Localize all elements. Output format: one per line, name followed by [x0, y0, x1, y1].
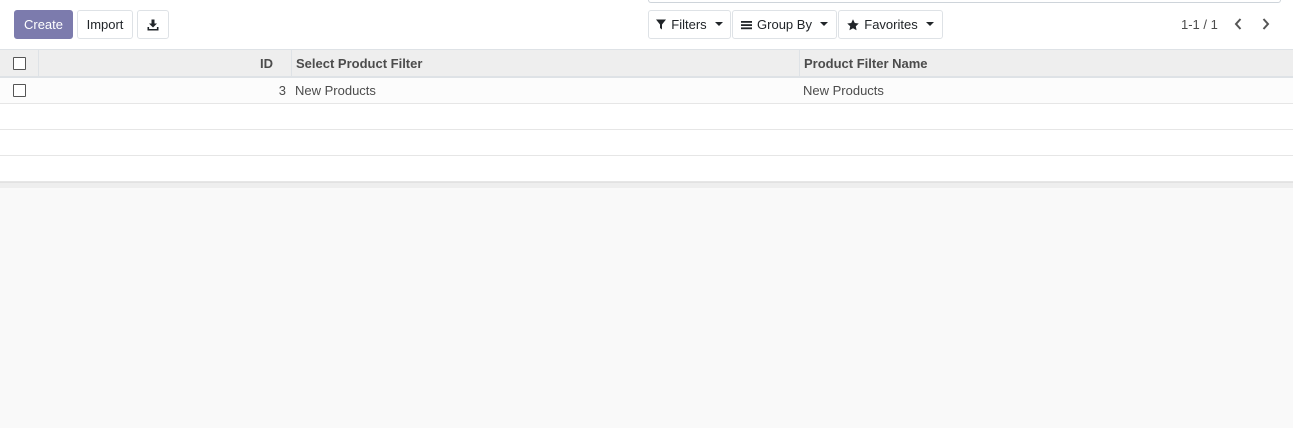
row-checkbox[interactable]: [12, 84, 26, 97]
star-icon: [847, 18, 860, 30]
table-row[interactable]: 3 New Products New Products: [0, 78, 1293, 104]
group-by-label: Group By: [757, 17, 812, 32]
cell-select-product-filter: New Products: [295, 83, 376, 98]
select-all-checkbox[interactable]: [12, 56, 26, 70]
list-footer: [0, 182, 1293, 188]
cell-id: 3: [278, 83, 286, 98]
list-view: ID Select Product Filter Product Filter …: [0, 49, 1293, 188]
column-header-select-product-filter[interactable]: Select Product Filter: [291, 50, 799, 76]
control-panel: Create Import Filters Group By Favorites…: [0, 0, 1293, 49]
filter-icon: [656, 19, 667, 30]
empty-row: [0, 156, 1293, 182]
group-by-dropdown[interactable]: Group By: [732, 10, 837, 39]
import-button[interactable]: Import: [77, 10, 133, 39]
column-header-id[interactable]: ID: [38, 50, 291, 76]
caret-down-icon: [925, 21, 934, 26]
download-icon: [147, 19, 159, 30]
pager-next-button[interactable]: [1256, 13, 1276, 35]
empty-row: [0, 130, 1293, 156]
cell-product-filter-name: New Products: [803, 83, 884, 98]
column-header-product-filter-name[interactable]: Product Filter Name: [799, 50, 1293, 76]
export-button[interactable]: [137, 10, 169, 39]
filters-dropdown[interactable]: Filters: [648, 10, 731, 39]
create-button[interactable]: Create: [14, 10, 73, 39]
favorites-label: Favorites: [864, 17, 918, 32]
select-all-cell: [0, 50, 38, 76]
pager-previous-button[interactable]: [1228, 13, 1248, 35]
search-input[interactable]: [648, 0, 1281, 3]
table-header: ID Select Product Filter Product Filter …: [0, 49, 1293, 78]
chevron-right-icon: [1262, 18, 1270, 30]
filters-label: Filters: [671, 17, 707, 32]
bars-icon: [741, 20, 753, 29]
chevron-left-icon: [1234, 18, 1242, 30]
empty-row: [0, 104, 1293, 130]
pager-value[interactable]: 1-1 / 1: [1181, 17, 1218, 32]
caret-down-icon: [714, 21, 723, 26]
caret-down-icon: [819, 21, 828, 26]
row-select-cell: [0, 78, 38, 103]
favorites-dropdown[interactable]: Favorites: [838, 10, 943, 39]
